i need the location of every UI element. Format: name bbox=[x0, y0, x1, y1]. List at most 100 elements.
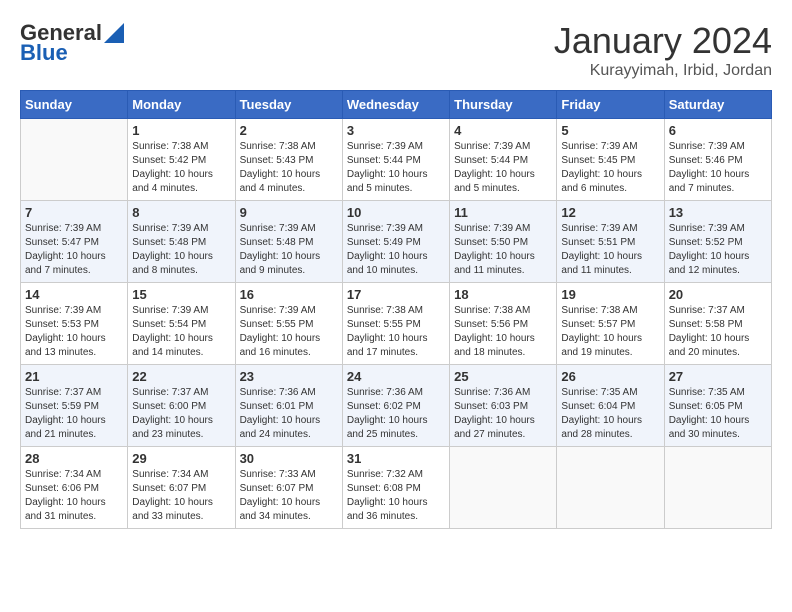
cell-sun-info: Sunrise: 7:34 AM Sunset: 6:06 PM Dayligh… bbox=[25, 468, 123, 524]
calendar-cell: 23Sunrise: 7:36 AM Sunset: 6:01 PM Dayli… bbox=[235, 365, 342, 447]
page-header: General Blue January 2024 Kurayyimah, Ir… bbox=[20, 20, 772, 80]
calendar-cell: 13 Sunrise: 7:39 AM Sunset: 5:52 PM Dayli… bbox=[664, 201, 771, 283]
cell-date-number: 15 bbox=[132, 287, 230, 302]
calendar-cell: 15 Sunrise: 7:39 AM Sunset: 5:54 PM Dayli… bbox=[128, 283, 235, 365]
cell-sun-info: Sunrise: 7:39 AM Sunset: 5:48 PM Dayligh… bbox=[132, 222, 230, 278]
calendar-cell: 7 Sunrise: 7:39 AM Sunset: 5:47 PM Daylig… bbox=[21, 201, 128, 283]
cell-sun-info: Sunrise: 7:39 AM Sunset: 5:46 PM Dayligh… bbox=[669, 140, 767, 196]
cell-sun-info: Sunrise: 7:39 AM Sunset: 5:53 PM Dayligh… bbox=[25, 304, 123, 360]
cell-date-number: 12 bbox=[561, 205, 659, 220]
calendar-week-row: 1 Sunrise: 7:38 AM Sunset: 5:42 PM Daylig… bbox=[21, 119, 772, 201]
cell-sun-info: Sunrise: 7:34 AM Sunset: 6:07 PM Dayligh… bbox=[132, 468, 230, 524]
cell-sun-info: Sunrise: 7:32 AM Sunset: 6:08 PM Dayligh… bbox=[347, 468, 445, 524]
cell-sun-info: Sunrise: 7:39 AM Sunset: 5:47 PM Dayligh… bbox=[25, 222, 123, 278]
cell-sun-info: Sunrise: 7:39 AM Sunset: 5:44 PM Dayligh… bbox=[454, 140, 552, 196]
calendar-cell: 2Sunrise: 7:38 AM Sunset: 5:43 PM Daylig… bbox=[235, 119, 342, 201]
calendar-week-row: 7 Sunrise: 7:39 AM Sunset: 5:47 PM Daylig… bbox=[21, 201, 772, 283]
calendar-cell: 3 Sunrise: 7:39 AM Sunset: 5:44 PM Daylig… bbox=[342, 119, 449, 201]
cell-sun-info: Sunrise: 7:38 AM Sunset: 5:56 PM Dayligh… bbox=[454, 304, 552, 360]
title-block: January 2024 Kurayyimah, Irbid, Jordan bbox=[554, 20, 772, 80]
calendar-cell bbox=[664, 447, 771, 529]
cell-sun-info: Sunrise: 7:39 AM Sunset: 5:52 PM Dayligh… bbox=[669, 222, 767, 278]
calendar-cell: 14 Sunrise: 7:39 AM Sunset: 5:53 PM Dayli… bbox=[21, 283, 128, 365]
calendar-cell: 18 Sunrise: 7:38 AM Sunset: 5:56 PM Dayli… bbox=[450, 283, 557, 365]
calendar-cell: 5 Sunrise: 7:39 AM Sunset: 5:45 PM Daylig… bbox=[557, 119, 664, 201]
cell-sun-info: Sunrise: 7:36 AM Sunset: 6:03 PM Dayligh… bbox=[454, 386, 552, 442]
calendar-cell: 29 Sunrise: 7:34 AM Sunset: 6:07 PM Dayli… bbox=[128, 447, 235, 529]
cell-date-number: 11 bbox=[454, 205, 552, 220]
calendar-cell: 26 Sunrise: 7:35 AM Sunset: 6:04 PM Dayli… bbox=[557, 365, 664, 447]
calendar-cell bbox=[450, 447, 557, 529]
calendar-cell: 31 Sunrise: 7:32 AM Sunset: 6:08 PM Dayli… bbox=[342, 447, 449, 529]
cell-date-number: 4 bbox=[454, 123, 552, 138]
cell-date-number: 14 bbox=[25, 287, 123, 302]
cell-sun-info: Sunrise: 7:35 AM Sunset: 6:04 PM Dayligh… bbox=[561, 386, 659, 442]
cell-sun-info: Sunrise: 7:39 AM Sunset: 5:54 PM Dayligh… bbox=[132, 304, 230, 360]
cell-date-number: 6 bbox=[669, 123, 767, 138]
cell-sun-info: Sunrise: 7:36 AM Sunset: 6:02 PM Dayligh… bbox=[347, 386, 445, 442]
logo-triangle-icon bbox=[104, 23, 124, 43]
weekday-header-sunday: Sunday bbox=[21, 91, 128, 119]
cell-sun-info: Sunrise: 7:39 AM Sunset: 5:55 PM Dayligh… bbox=[240, 304, 338, 360]
logo: General Blue bbox=[20, 20, 126, 66]
cell-sun-info: Sunrise: 7:39 AM Sunset: 5:50 PM Dayligh… bbox=[454, 222, 552, 278]
cell-sun-info: Sunrise: 7:39 AM Sunset: 5:48 PM Dayligh… bbox=[240, 222, 338, 278]
calendar-cell: 1 Sunrise: 7:38 AM Sunset: 5:42 PM Daylig… bbox=[128, 119, 235, 201]
calendar-title: January 2024 bbox=[554, 20, 772, 62]
weekday-header-tuesday: Tuesday bbox=[235, 91, 342, 119]
calendar-cell: 25 Sunrise: 7:36 AM Sunset: 6:03 PM Dayli… bbox=[450, 365, 557, 447]
calendar-cell: 9Sunrise: 7:39 AM Sunset: 5:48 PM Daylig… bbox=[235, 201, 342, 283]
calendar-cell bbox=[557, 447, 664, 529]
weekday-header-friday: Friday bbox=[557, 91, 664, 119]
cell-date-number: 29 bbox=[132, 451, 230, 466]
cell-sun-info: Sunrise: 7:38 AM Sunset: 5:57 PM Dayligh… bbox=[561, 304, 659, 360]
cell-sun-info: Sunrise: 7:38 AM Sunset: 5:42 PM Dayligh… bbox=[132, 140, 230, 196]
cell-sun-info: Sunrise: 7:33 AM Sunset: 6:07 PM Dayligh… bbox=[240, 468, 338, 524]
cell-sun-info: Sunrise: 7:39 AM Sunset: 5:49 PM Dayligh… bbox=[347, 222, 445, 278]
cell-date-number: 10 bbox=[347, 205, 445, 220]
cell-sun-info: Sunrise: 7:39 AM Sunset: 5:51 PM Dayligh… bbox=[561, 222, 659, 278]
calendar-cell: 4 Sunrise: 7:39 AM Sunset: 5:44 PM Daylig… bbox=[450, 119, 557, 201]
cell-date-number: 17 bbox=[347, 287, 445, 302]
cell-date-number: 31 bbox=[347, 451, 445, 466]
cell-sun-info: Sunrise: 7:39 AM Sunset: 5:44 PM Dayligh… bbox=[347, 140, 445, 196]
cell-date-number: 28 bbox=[25, 451, 123, 466]
cell-date-number: 21 bbox=[25, 369, 123, 384]
calendar-week-row: 21Sunrise: 7:37 AM Sunset: 5:59 PM Dayli… bbox=[21, 365, 772, 447]
cell-date-number: 18 bbox=[454, 287, 552, 302]
calendar-cell: 19 Sunrise: 7:38 AM Sunset: 5:57 PM Dayli… bbox=[557, 283, 664, 365]
calendar-cell: 28 Sunrise: 7:34 AM Sunset: 6:06 PM Dayli… bbox=[21, 447, 128, 529]
calendar-cell: 22 Sunrise: 7:37 AM Sunset: 6:00 PM Dayli… bbox=[128, 365, 235, 447]
cell-date-number: 1 bbox=[132, 123, 230, 138]
cell-sun-info: Sunrise: 7:37 AM Sunset: 5:58 PM Dayligh… bbox=[669, 304, 767, 360]
calendar-week-row: 14 Sunrise: 7:39 AM Sunset: 5:53 PM Dayli… bbox=[21, 283, 772, 365]
weekday-header-monday: Monday bbox=[128, 91, 235, 119]
cell-date-number: 19 bbox=[561, 287, 659, 302]
cell-date-number: 26 bbox=[561, 369, 659, 384]
cell-sun-info: Sunrise: 7:39 AM Sunset: 5:45 PM Dayligh… bbox=[561, 140, 659, 196]
cell-date-number: 5 bbox=[561, 123, 659, 138]
cell-date-number: 23 bbox=[240, 369, 338, 384]
cell-date-number: 22 bbox=[132, 369, 230, 384]
calendar-cell: 30Sunrise: 7:33 AM Sunset: 6:07 PM Dayli… bbox=[235, 447, 342, 529]
weekday-header-saturday: Saturday bbox=[664, 91, 771, 119]
calendar-cell: 8 Sunrise: 7:39 AM Sunset: 5:48 PM Daylig… bbox=[128, 201, 235, 283]
cell-sun-info: Sunrise: 7:38 AM Sunset: 5:43 PM Dayligh… bbox=[240, 140, 338, 196]
cell-date-number: 27 bbox=[669, 369, 767, 384]
cell-sun-info: Sunrise: 7:35 AM Sunset: 6:05 PM Dayligh… bbox=[669, 386, 767, 442]
cell-sun-info: Sunrise: 7:37 AM Sunset: 6:00 PM Dayligh… bbox=[132, 386, 230, 442]
calendar-cell: 27 Sunrise: 7:35 AM Sunset: 6:05 PM Dayli… bbox=[664, 365, 771, 447]
cell-date-number: 8 bbox=[132, 205, 230, 220]
logo-blue-text: Blue bbox=[20, 40, 68, 66]
weekday-header-wednesday: Wednesday bbox=[342, 91, 449, 119]
calendar-cell: 6 Sunrise: 7:39 AM Sunset: 5:46 PM Daylig… bbox=[664, 119, 771, 201]
cell-date-number: 7 bbox=[25, 205, 123, 220]
calendar-cell: 10 Sunrise: 7:39 AM Sunset: 5:49 PM Dayli… bbox=[342, 201, 449, 283]
cell-date-number: 25 bbox=[454, 369, 552, 384]
cell-date-number: 3 bbox=[347, 123, 445, 138]
cell-sun-info: Sunrise: 7:38 AM Sunset: 5:55 PM Dayligh… bbox=[347, 304, 445, 360]
calendar-cell: 21Sunrise: 7:37 AM Sunset: 5:59 PM Dayli… bbox=[21, 365, 128, 447]
cell-date-number: 24 bbox=[347, 369, 445, 384]
cell-date-number: 13 bbox=[669, 205, 767, 220]
calendar-cell: 17 Sunrise: 7:38 AM Sunset: 5:55 PM Dayli… bbox=[342, 283, 449, 365]
